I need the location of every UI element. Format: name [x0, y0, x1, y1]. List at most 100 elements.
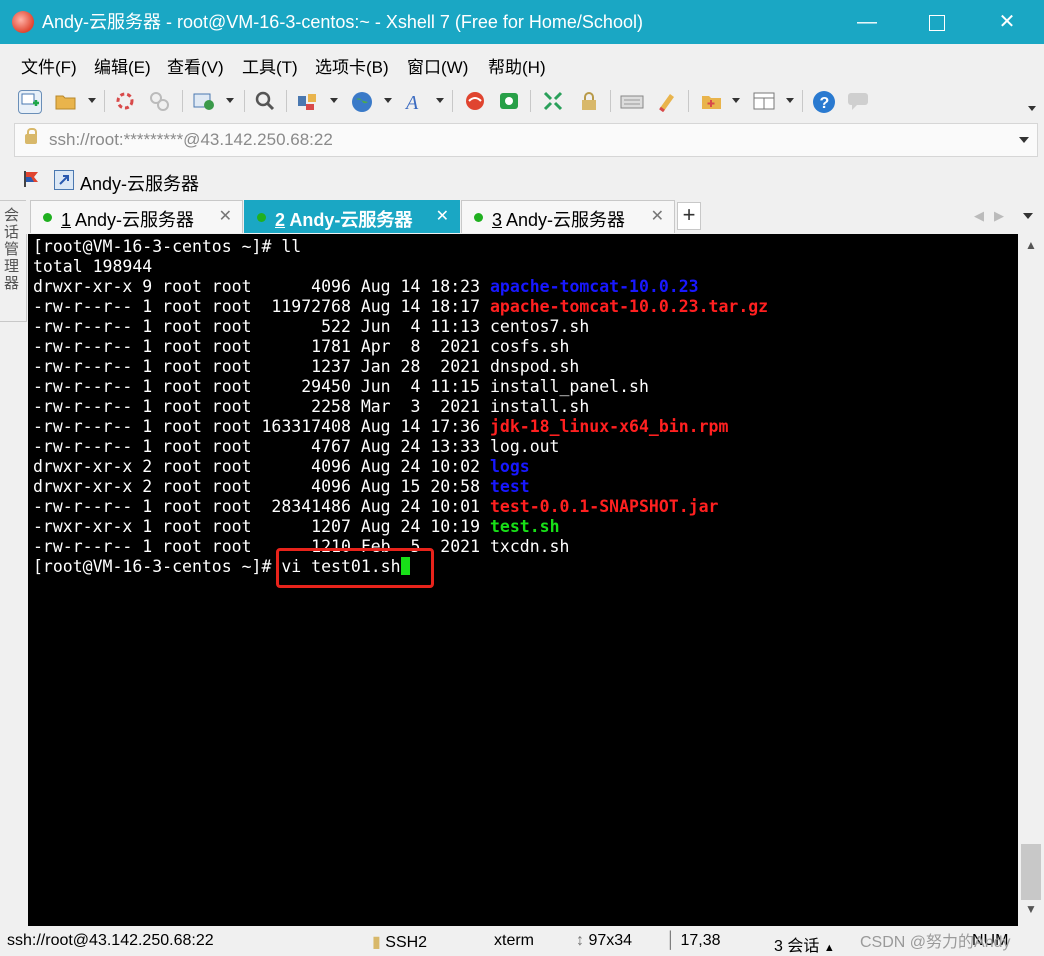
terminal-text: [root@VM-16-3-centos ~]# ll — [33, 237, 302, 256]
tab-close-icon[interactable]: ✕ — [436, 206, 449, 226]
terminal-line: total 198944 — [33, 257, 768, 277]
tab-session-3[interactable]: 3 Andy-云服务器 ✕ — [461, 200, 675, 233]
menu-help[interactable]: 帮助(H) — [488, 53, 546, 78]
tab-session-1[interactable]: 1 Andy-云服务器 ✕ — [30, 200, 243, 233]
tab-session-2[interactable]: 2 Andy-云服务器 ✕ — [244, 200, 460, 233]
terminal[interactable]: [root@VM-16-3-centos ~]# ll total 198944 d… — [28, 234, 1018, 926]
title-bar: Andy-云服务器 - root@VM-16-3-centos:~ - Xshe… — [0, 0, 1044, 44]
globe-dropdown-icon[interactable] — [384, 98, 392, 103]
filename-red: test-0.0.1-SNAPSHOT.jar — [489, 497, 719, 516]
highlight-icon[interactable] — [656, 90, 678, 113]
session-manager-tab[interactable]: 会话管理器 — [0, 200, 27, 322]
terminal-scrollbar[interactable]: ▲ ▼ — [1018, 234, 1044, 926]
tab-scroll-right-icon[interactable]: ▶ — [994, 208, 1004, 224]
terminal-line: -rw-r--r-- 1 root root 29450 Jun 4 11:15… — [33, 377, 768, 397]
terminal-output: [root@VM-16-3-centos ~]# ll total 198944 d… — [33, 237, 768, 577]
lock-icon: ▮ — [372, 934, 381, 951]
xshell-logo-icon[interactable] — [12, 11, 34, 33]
reconnect-icon[interactable] — [114, 90, 136, 112]
address-dropdown-icon[interactable] — [1019, 137, 1029, 143]
filename-blue: test — [489, 477, 530, 496]
fullscreen-icon[interactable] — [542, 90, 564, 112]
links-bar: Andy-云服务器 — [0, 162, 1044, 198]
lock-icon[interactable] — [578, 90, 600, 112]
add-tab-button[interactable]: + — [677, 202, 701, 230]
menu-window[interactable]: 窗口(W) — [407, 53, 468, 78]
terminal-line: -rw-r--r-- 1 root root 28341486 Aug 24 1… — [33, 497, 768, 517]
toolbar-separator — [610, 90, 611, 112]
minimize-button[interactable]: — — [832, 0, 902, 44]
filename-green: test.sh — [489, 517, 560, 536]
layout-dropdown-icon[interactable] — [786, 98, 794, 103]
xftp-icon[interactable] — [498, 90, 520, 112]
svg-text:?: ? — [820, 95, 830, 112]
terminal-text: -rw-r--r-- 1 root root 163317408 Aug 14 … — [33, 417, 490, 436]
menu-edit[interactable]: 编辑(E) — [94, 53, 151, 78]
toolbar-separator — [104, 90, 105, 112]
session-manager-label: 会话管理器 — [4, 207, 20, 292]
open-folder-icon[interactable] — [54, 90, 76, 112]
tab-close-icon[interactable]: ✕ — [219, 206, 232, 226]
address-input[interactable]: ssh://root:*********@43.142.250.68:22 — [49, 130, 333, 150]
properties-icon[interactable] — [192, 90, 214, 112]
new-tab-icon[interactable] — [700, 90, 722, 112]
address-bar[interactable]: ssh://root:*********@43.142.250.68:22 — [14, 123, 1038, 157]
transfer-icon[interactable] — [296, 90, 318, 112]
chat-icon[interactable] — [846, 90, 868, 112]
status-sessions[interactable]: 3 会话 ▲ — [774, 932, 835, 956]
cursor-icon: │ — [666, 932, 676, 949]
new-session-icon[interactable] — [18, 90, 42, 114]
terminal-text: drwxr-xr-x 2 root root 4096 Aug 24 10:02 — [33, 457, 490, 476]
filename-red: apache-tomcat-10.0.23.tar.gz — [489, 297, 769, 316]
links-flag-icon[interactable] — [24, 170, 40, 188]
disconnect-icon[interactable] — [148, 90, 170, 112]
session-link-icon[interactable] — [54, 170, 74, 190]
filename-blue: logs — [489, 457, 530, 476]
tab-list-dropdown-icon[interactable] — [1023, 213, 1033, 219]
scroll-down-icon[interactable]: ▼ — [1018, 902, 1044, 922]
status-cursor: │ 17,38 — [666, 932, 721, 949]
connected-status-icon — [43, 213, 52, 222]
terminal-text: -rwxr-xr-x 1 root root 1207 Aug 24 10:19 — [33, 517, 490, 536]
tab-close-icon[interactable]: ✕ — [651, 206, 664, 226]
menu-file[interactable]: 文件(F) — [21, 53, 77, 78]
terminal-text: -rw-r--r-- 1 root root 29450 Jun 4 11:15… — [33, 377, 649, 396]
menu-view[interactable]: 查看(V) — [167, 53, 224, 78]
connected-status-icon — [257, 213, 266, 222]
maximize-button[interactable] — [902, 0, 972, 44]
toolbar-separator — [688, 90, 689, 112]
highlight-annotation — [276, 548, 434, 588]
watermark: CSDN @努力的Andy — [860, 934, 1011, 951]
find-icon[interactable] — [254, 90, 276, 112]
font-icon[interactable]: A — [404, 90, 426, 114]
font-dropdown-icon[interactable] — [436, 98, 444, 103]
toolbar-overflow-icon[interactable] — [1028, 106, 1036, 111]
transfer-dropdown-icon[interactable] — [330, 98, 338, 103]
terminal-line: drwxr-xr-x 2 root root 4096 Aug 24 10:02… — [33, 457, 768, 477]
terminal-line: -rw-r--r-- 1 root root 163317408 Aug 14 … — [33, 417, 768, 437]
layout-icon[interactable] — [752, 90, 775, 112]
toolbar-separator — [530, 90, 531, 112]
terminal-line: drwxr-xr-x 2 root root 4096 Aug 15 20:58… — [33, 477, 768, 497]
xshell-logo-icon[interactable] — [464, 90, 486, 112]
status-terminal-type: xterm — [494, 932, 534, 949]
terminal-text: -rw-r--r-- 1 root root 522 Jun 4 11:13 c… — [33, 317, 590, 336]
session-link-label[interactable]: Andy-云服务器 — [80, 170, 199, 196]
menu-tabs[interactable]: 选项卡(B) — [315, 53, 389, 78]
terminal-text: total 198944 — [33, 257, 153, 276]
new-tab-dropdown-icon[interactable] — [732, 98, 740, 103]
toolbar-separator — [244, 90, 245, 112]
tab-bar: 1 Andy-云服务器 ✕ 2 Andy-云服务器 ✕ 3 Andy-云服务器 … — [26, 198, 1044, 234]
globe-icon[interactable] — [350, 90, 372, 112]
tab-label: 3 Andy-云服务器 — [492, 210, 626, 230]
scroll-up-icon[interactable]: ▲ — [1018, 238, 1044, 258]
properties-dropdown-icon[interactable] — [226, 98, 234, 103]
tab-scroll-left-icon[interactable]: ◀ — [974, 208, 984, 224]
keyboard-icon[interactable] — [620, 90, 644, 112]
help-icon[interactable]: ? — [812, 90, 835, 113]
scrollbar-thumb[interactable] — [1021, 844, 1041, 900]
close-button[interactable]: ✕ — [972, 0, 1042, 44]
menu-tools[interactable]: 工具(T) — [242, 53, 298, 78]
terminal-line: -rw-r--r-- 1 root root 2258 Mar 3 2021 i… — [33, 397, 768, 417]
open-dropdown-icon[interactable] — [88, 98, 96, 103]
